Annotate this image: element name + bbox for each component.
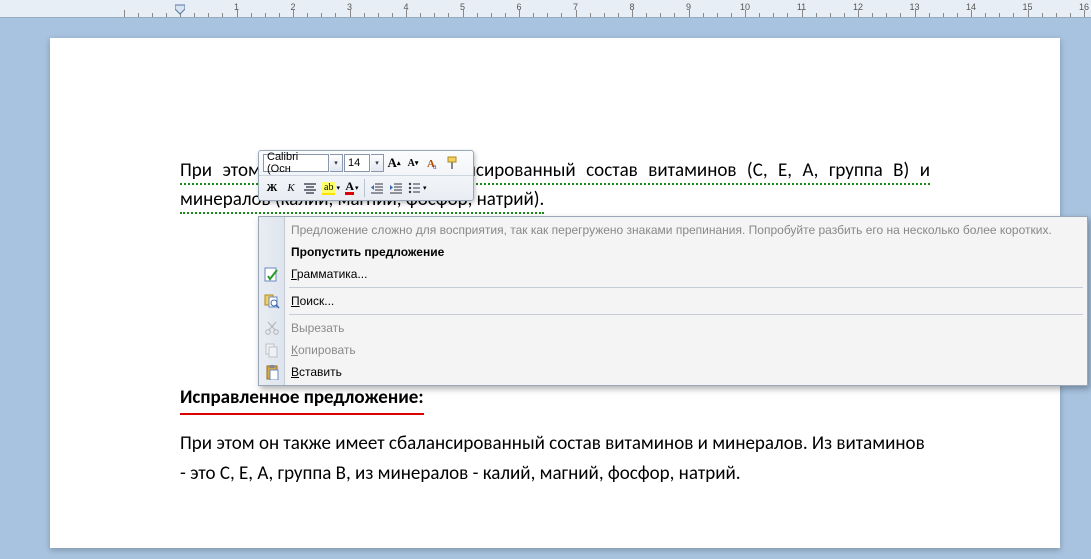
increase-indent-icon — [389, 182, 403, 194]
paragraph-2[interactable]: При этом он также имеет сбалансированный… — [180, 429, 930, 488]
format-painter-button[interactable] — [444, 153, 462, 173]
align-center-button[interactable] — [301, 178, 319, 198]
copy-icon — [263, 341, 281, 359]
ruler-number: 13 — [909, 2, 919, 12]
svg-text:a: a — [433, 162, 437, 171]
scissors-icon — [263, 319, 281, 337]
decrease-indent-button[interactable] — [368, 178, 386, 198]
clipboard-icon — [263, 363, 281, 381]
ruler-number: 10 — [740, 2, 750, 12]
ruler-number: 4 — [403, 2, 408, 12]
font-size-combo[interactable]: 14 — [344, 154, 370, 172]
grammar-context-menu: Предложение сложно для восприятия, так к… — [258, 216, 1088, 386]
mini-toolbar: Calibri (Осн ▾ 14 ▾ A▴ A▾ Aa Ж К ab▾ A▾ — [258, 150, 474, 201]
ruler-number: 6 — [516, 2, 521, 12]
ruler-number: 8 — [629, 2, 634, 12]
corrected-heading: Исправленное предложение: — [180, 383, 424, 415]
ruler-number: 9 — [686, 2, 691, 12]
highlight-button[interactable]: ab▾ — [320, 178, 342, 198]
menu-skip-sentence[interactable]: Пропустить предложение — [259, 241, 1087, 263]
italic-button[interactable]: К — [282, 178, 300, 198]
bold-button[interactable]: Ж — [263, 178, 281, 198]
ruler-number: 1 — [234, 2, 239, 12]
font-color-button[interactable]: A▾ — [343, 178, 361, 198]
ruler-number: 7 — [573, 2, 578, 12]
menu-grammar[interactable]: Грамматика... — [259, 263, 1087, 285]
format-painter-icon — [446, 156, 460, 170]
menu-copy: Копировать — [259, 339, 1087, 361]
ruler-number: 12 — [853, 2, 863, 12]
ruler-number: 5 — [460, 2, 465, 12]
ruler-number: 11 — [797, 2, 806, 12]
ruler-number: 14 — [966, 2, 976, 12]
change-style-button[interactable]: Aa — [423, 153, 443, 173]
shrink-font-button[interactable]: A▾ — [404, 153, 422, 173]
horizontal-ruler: 1234567891011121314151617 — [0, 0, 1091, 18]
font-size-dropdown[interactable]: ▾ — [371, 154, 384, 172]
align-center-icon — [303, 182, 317, 194]
grow-font-button[interactable]: A▴ — [385, 153, 403, 173]
menu-suggestion-text: Предложение сложно для восприятия, так к… — [259, 219, 1087, 241]
ruler-number: 15 — [1022, 2, 1032, 12]
menu-paste[interactable]: Вставить — [259, 361, 1087, 383]
grammar-check-icon — [263, 265, 281, 283]
decrease-indent-icon — [370, 182, 384, 194]
font-name-dropdown[interactable]: ▾ — [330, 154, 343, 172]
ruler-number: 2 — [290, 2, 295, 12]
menu-cut: Вырезать — [259, 317, 1087, 339]
bullets-button[interactable]: ▾ — [406, 178, 429, 198]
bullet-list-icon — [408, 182, 422, 194]
menu-search[interactable]: Поиск... — [259, 290, 1087, 312]
first-line-indent-marker[interactable] — [175, 1, 185, 9]
menu-separator-1 — [289, 287, 1083, 288]
ruler-number: 3 — [347, 2, 352, 12]
increase-indent-button[interactable] — [387, 178, 405, 198]
search-icon — [263, 292, 281, 310]
ruler-number: 16 — [1079, 2, 1089, 12]
font-name-combo[interactable]: Calibri (Осн — [263, 154, 329, 172]
quick-styles-icon: Aa — [425, 155, 441, 171]
toolbar-separator — [364, 179, 365, 197]
menu-separator-2 — [289, 314, 1083, 315]
